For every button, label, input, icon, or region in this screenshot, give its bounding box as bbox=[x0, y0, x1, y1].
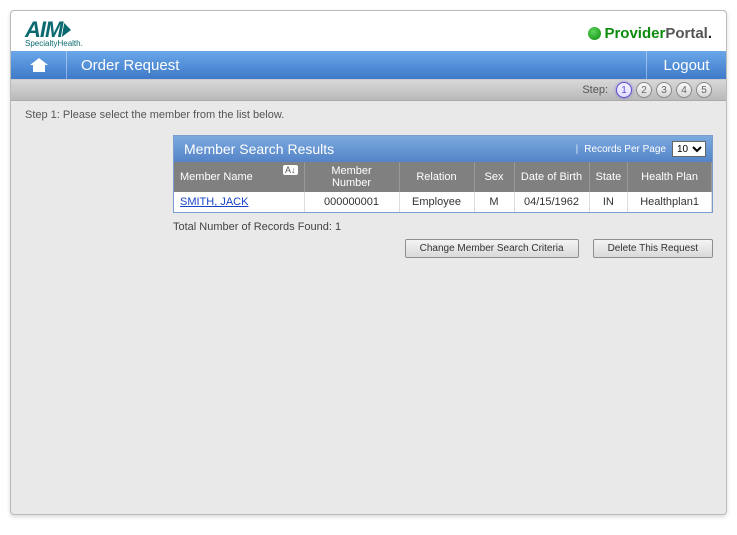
col-relation[interactable]: Relation bbox=[399, 162, 474, 192]
col-state[interactable]: State bbox=[589, 162, 628, 192]
aim-logo: AIM SpecialtyHealth. bbox=[25, 19, 83, 48]
table-header-row: Member Name A↓ Member Number Relation Se… bbox=[174, 162, 712, 192]
pp-text-gray: Portal bbox=[665, 25, 708, 42]
step-4[interactable]: 4 bbox=[676, 82, 692, 98]
delete-request-button[interactable]: Delete This Request bbox=[593, 239, 713, 258]
globe-icon bbox=[588, 27, 601, 40]
col-member-name-label: Member Name bbox=[180, 171, 253, 183]
col-member-name[interactable]: Member Name A↓ bbox=[174, 162, 304, 192]
col-member-number[interactable]: Member Number bbox=[304, 162, 399, 192]
provider-portal-logo: ProviderPortal. bbox=[588, 25, 712, 42]
cell-member-number: 000000001 bbox=[304, 192, 399, 212]
table-row: SMITH, JACK 000000001 Employee M 04/15/1… bbox=[174, 192, 712, 212]
aim-logo-main: AIM bbox=[25, 19, 62, 41]
col-health-plan[interactable]: Health Plan bbox=[628, 162, 712, 192]
home-button[interactable] bbox=[11, 51, 67, 79]
total-records-label: Total Number of Records Found: 1 bbox=[173, 221, 713, 233]
cell-member-name: SMITH, JACK bbox=[174, 192, 304, 212]
cell-health-plan: Healthplan1 bbox=[628, 192, 712, 212]
logout-button[interactable]: Logout bbox=[646, 51, 726, 79]
pp-text-dot: . bbox=[708, 25, 712, 42]
home-icon bbox=[30, 58, 48, 72]
step-2[interactable]: 2 bbox=[636, 82, 652, 98]
cell-relation: Employee bbox=[399, 192, 474, 212]
app-frame: AIM SpecialtyHealth. ProviderPortal. Ord… bbox=[10, 10, 727, 515]
header-bar: AIM SpecialtyHealth. ProviderPortal. bbox=[11, 11, 726, 51]
results-table: Member Name A↓ Member Number Relation Se… bbox=[174, 162, 712, 212]
step-bar: Step: 1 2 3 4 5 bbox=[11, 79, 726, 101]
panel-header: Member Search Results | Records Per Page… bbox=[174, 136, 712, 162]
col-sex[interactable]: Sex bbox=[474, 162, 514, 192]
change-search-button[interactable]: Change Member Search Criteria bbox=[405, 239, 579, 258]
step-label: Step: bbox=[582, 84, 608, 96]
aim-logo-text: AIM bbox=[25, 19, 83, 41]
step-3[interactable]: 3 bbox=[656, 82, 672, 98]
col-dob[interactable]: Date of Birth bbox=[514, 162, 589, 192]
button-row: Change Member Search Criteria Delete Thi… bbox=[173, 239, 713, 258]
separator: | bbox=[576, 144, 579, 155]
records-per-page-select[interactable]: 10 bbox=[672, 141, 706, 157]
step-1[interactable]: 1 bbox=[616, 82, 632, 98]
rpp-label: Records Per Page bbox=[584, 144, 666, 155]
pp-text-green: Provider bbox=[604, 25, 665, 42]
member-link[interactable]: SMITH, JACK bbox=[180, 196, 248, 208]
panel-title: Member Search Results bbox=[184, 141, 576, 157]
chevron-right-icon bbox=[62, 23, 72, 37]
below-panel: Total Number of Records Found: 1 Change … bbox=[173, 221, 713, 258]
cell-dob: 04/15/1962 bbox=[514, 192, 589, 212]
sort-icon[interactable]: A↓ bbox=[283, 165, 298, 175]
results-panel: Member Search Results | Records Per Page… bbox=[173, 135, 713, 213]
page-title: Order Request bbox=[67, 51, 646, 79]
step-5[interactable]: 5 bbox=[696, 82, 712, 98]
aim-logo-sub: SpecialtyHealth. bbox=[25, 40, 83, 48]
nav-bar: Order Request Logout bbox=[11, 51, 726, 79]
cell-sex: M bbox=[474, 192, 514, 212]
cell-state: IN bbox=[589, 192, 628, 212]
instruction-text: Step 1: Please select the member from th… bbox=[11, 101, 726, 135]
